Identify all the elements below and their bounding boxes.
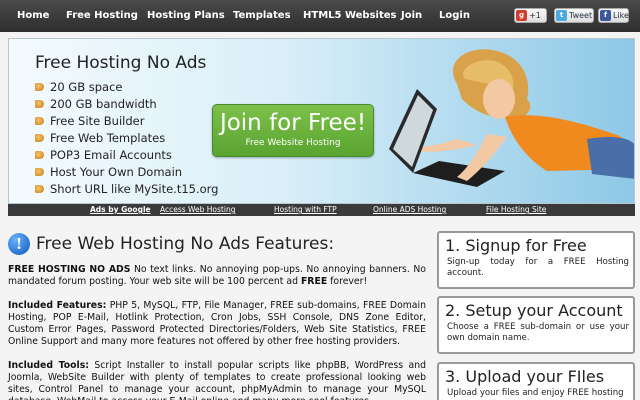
nav-login[interactable]: Login <box>439 0 470 32</box>
feature-item: Free Site Builder <box>35 114 144 128</box>
bullet-icon <box>35 168 44 176</box>
step-text: Sign-up today for a FREE Hosting account… <box>447 257 629 278</box>
nav-home[interactable]: Home <box>17 0 49 32</box>
google-plus-icon: g <box>516 10 527 21</box>
google-plus-button[interactable]: g +1 <box>514 8 547 23</box>
ad-link-online-ads-hosting[interactable]: Online ADS Hosting <box>373 204 446 216</box>
step-title: 1. Signup for Free <box>445 236 587 255</box>
join-label: Join for Free! <box>219 110 367 136</box>
step-text: Choose a FREE sub-domain or use your own… <box>447 322 629 343</box>
join-for-free-button[interactable]: Join for Free! Free Website Hosting <box>212 104 374 157</box>
step-text: Upload your files and enjoy FREE hosting <box>447 388 624 398</box>
google-plus-label: +1 <box>529 11 541 20</box>
hero-banner: Free Hosting No Ads 20 GB space 200 GB b… <box>8 38 635 204</box>
page: Home Free Hosting Hosting Plans Template… <box>0 0 640 400</box>
step-signup-box: 1. Signup for Free Sign-up today for a F… <box>437 231 635 289</box>
twitter-bird-icon: t <box>556 10 567 21</box>
feature-item: Short URL like MySite.t15.org <box>35 182 218 196</box>
intro-paragraph: FREE HOSTING NO ADS No text links. No an… <box>8 264 426 287</box>
bullet-icon <box>35 117 44 125</box>
step-upload-box: 3. Upload your FIles Upload your files a… <box>437 362 635 400</box>
bullet-icon <box>35 134 44 142</box>
hero-title: Free Hosting No Ads <box>35 53 207 73</box>
step-title: 2. Setup your Account <box>445 301 623 320</box>
features-paragraph: Included Features: PHP 5, MySQL, FTP, Fi… <box>8 300 426 347</box>
features-heading: Free Web Hosting No Ads Features: <box>36 234 335 254</box>
ad-links-bar: Ads by Google Access Web Hosting Hosting… <box>8 204 635 216</box>
feature-item: 20 GB space <box>35 80 122 94</box>
nav-join[interactable]: Join <box>401 0 422 32</box>
join-sublabel: Free Website Hosting <box>245 138 341 148</box>
nav-templates[interactable]: Templates <box>233 0 291 32</box>
ad-link-hosting-with-ftp[interactable]: Hosting with FTP <box>274 204 337 216</box>
feature-item: Host Your Own Domain <box>35 165 182 179</box>
step-title: 3. Upload your FIles <box>445 367 605 386</box>
feature-item: 200 GB bandwidth <box>35 97 157 111</box>
bullet-icon <box>35 151 44 159</box>
info-icon: ! <box>8 233 30 255</box>
facebook-like-button[interactable]: f Like <box>598 8 629 23</box>
woman-with-laptop-illustration <box>389 49 634 187</box>
nav-html5-websites[interactable]: HTML5 Websites <box>303 0 396 32</box>
ads-by-google-link[interactable]: Ads by Google <box>90 204 151 216</box>
facebook-icon: f <box>600 10 611 21</box>
step-setup-box: 2. Setup your Account Choose a FREE sub-… <box>437 296 635 354</box>
ad-link-access-web-hosting[interactable]: Access Web Hosting <box>160 204 235 216</box>
bullet-icon <box>35 100 44 108</box>
like-label: Like <box>613 11 629 20</box>
main-content: ! Free Web Hosting No Ads Features: FREE… <box>0 222 432 400</box>
top-navigation: Home Free Hosting Hosting Plans Template… <box>0 0 640 32</box>
tools-paragraph: Included Tools: Script Installer to inst… <box>8 360 426 400</box>
ad-link-file-hosting-site[interactable]: File Hosting Site <box>486 204 546 216</box>
bullet-icon <box>35 83 44 91</box>
bullet-icon <box>35 185 44 193</box>
nav-hosting-plans[interactable]: Hosting Plans <box>147 0 225 32</box>
tweet-button[interactable]: t Tweet <box>554 8 594 23</box>
tweet-label: Tweet <box>569 11 593 20</box>
feature-item: POP3 Email Accounts <box>35 148 172 162</box>
feature-item: Free Web Templates <box>35 131 165 145</box>
nav-free-hosting[interactable]: Free Hosting <box>66 0 138 32</box>
